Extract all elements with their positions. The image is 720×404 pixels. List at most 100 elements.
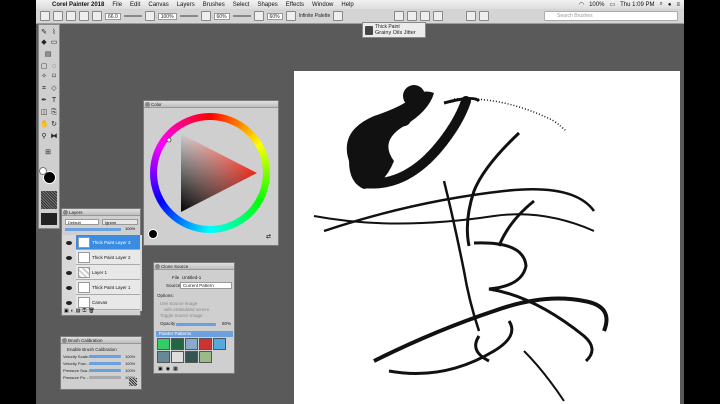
zoom-tool-icon[interactable]: ⚲: [40, 133, 48, 141]
capture-pattern-icon[interactable]: ◉: [166, 366, 173, 372]
layer-opacity-slider[interactable]: [65, 228, 121, 231]
eraser-tool-icon[interactable]: ▭: [50, 39, 58, 47]
paper-texture-swatch[interactable]: [41, 191, 57, 209]
menu-brushes[interactable]: Brushes: [199, 2, 229, 8]
reset-tool-icon[interactable]: [79, 11, 89, 21]
current-color-swatch[interactable]: [148, 229, 158, 239]
layer-adjuster-icon[interactable]: ▤: [44, 51, 52, 59]
close-icon[interactable]: [145, 102, 150, 107]
delete-layer-icon[interactable]: 🗑: [88, 308, 96, 314]
opacity-field[interactable]: 100%: [157, 12, 177, 20]
hand-tool-icon[interactable]: ✋: [40, 121, 49, 129]
pattern-swatch[interactable]: [185, 338, 198, 350]
size-slider[interactable]: [123, 15, 142, 17]
menu-edit[interactable]: Edit: [126, 2, 144, 8]
pattern-swatch[interactable]: [199, 351, 212, 363]
rect-select-icon[interactable]: ▢: [40, 63, 48, 71]
close-icon[interactable]: [155, 264, 160, 269]
toggle-source-checkbox[interactable]: Toggle Source Image: [160, 313, 203, 318]
visibility-icon[interactable]: [66, 241, 72, 245]
arrange-icon[interactable]: [479, 11, 490, 21]
blend-icon[interactable]: [253, 11, 264, 21]
dab-preview-icon[interactable]: [420, 11, 431, 21]
new-layer-icon[interactable]: ▣: [64, 308, 71, 314]
infinite-palette-label[interactable]: Infinite Palette: [299, 13, 331, 19]
visibility-icon[interactable]: [66, 256, 72, 260]
search-icon[interactable]: ⌕: [659, 1, 662, 8]
composite-method-select[interactable]: Default: [65, 219, 99, 225]
blend-field[interactable]: 60%: [266, 12, 283, 20]
menu-file[interactable]: File: [108, 2, 126, 8]
swap-colors-icon[interactable]: ⇄: [266, 233, 274, 241]
visibility-icon[interactable]: [66, 301, 72, 305]
pattern-swatch[interactable]: [185, 351, 198, 363]
brush-tool-icon[interactable]: [40, 11, 50, 21]
pressure-power-slider[interactable]: [89, 376, 121, 379]
close-icon[interactable]: [63, 210, 68, 215]
brush-selector[interactable]: Thick Paint Grainy Oils Jitter: [362, 22, 426, 38]
visibility-icon[interactable]: [66, 286, 72, 290]
saturation-value-triangle[interactable]: [157, 120, 263, 226]
user-icon[interactable]: ●: [668, 2, 672, 8]
palette-icon[interactable]: [285, 11, 296, 21]
dropper-tool-icon[interactable]: ⌇: [50, 29, 58, 37]
add-pattern-icon[interactable]: ▣: [158, 366, 166, 372]
pattern-swatch[interactable]: [171, 338, 184, 350]
layer-row[interactable]: Thick Paint Layer 2: [76, 250, 140, 265]
menu-window[interactable]: Window: [308, 2, 337, 8]
layer-row[interactable]: Thick Paint Layer 3: [76, 235, 140, 250]
menu-effects[interactable]: Effects: [282, 2, 308, 8]
search-brushes-input[interactable]: Search Brushes: [544, 11, 678, 21]
menu-select[interactable]: Select: [229, 2, 254, 8]
pattern-swatch[interactable]: [171, 351, 184, 363]
stroke-preview-icon[interactable]: [333, 11, 344, 21]
rotate-page-icon[interactable]: ↻: [50, 121, 58, 129]
divine-proportion-icon[interactable]: ◫: [40, 109, 48, 117]
perspective-icon[interactable]: ⊞: [44, 149, 52, 157]
stroke-attributes-icon[interactable]: [66, 11, 76, 21]
layer-row[interactable]: Thick Paint Layer 1: [76, 280, 140, 295]
paint-bucket-icon[interactable]: ◆: [40, 39, 48, 47]
clock[interactable]: Thu 1:09 PM: [620, 2, 654, 8]
opacity-icon[interactable]: [144, 11, 155, 21]
layer-row[interactable]: Layer 1: [76, 265, 140, 280]
notification-icon[interactable]: ≡: [676, 2, 680, 8]
menu-app-name[interactable]: Corel Painter 2018: [48, 2, 108, 8]
menu-shapes[interactable]: Shapes: [253, 2, 281, 8]
brush-variant-icon[interactable]: [53, 11, 63, 21]
pattern-swatch[interactable]: [41, 213, 57, 225]
shape-tool-icon[interactable]: ◇: [50, 85, 58, 93]
calibration-pad-icon[interactable]: [129, 378, 137, 386]
size-field[interactable]: 66.0: [105, 12, 121, 20]
text-tool-icon[interactable]: T: [50, 97, 58, 105]
transform-icon[interactable]: ⌑: [50, 73, 58, 81]
enable-calibration-checkbox[interactable]: Enable Brush Calibration: [67, 347, 117, 352]
pattern-swatch[interactable]: [213, 338, 226, 350]
battery-icon[interactable]: ▭: [609, 1, 615, 8]
brush-selector-icon[interactable]: [407, 11, 418, 21]
velocity-power-slider[interactable]: [89, 362, 121, 365]
close-icon[interactable]: [62, 338, 67, 343]
mirror-tool-icon[interactable]: ⧓: [50, 133, 58, 141]
clone-tool-icon[interactable]: ⎘: [50, 109, 58, 117]
source-select[interactable]: Current Pattern: [180, 282, 232, 289]
velocity-scale-slider[interactable]: [89, 355, 121, 358]
grain-icon[interactable]: [200, 11, 211, 21]
grain-field[interactable]: 60%: [213, 12, 230, 20]
delete-pattern-icon[interactable]: ▦: [173, 366, 181, 372]
additional-color-swatch[interactable]: [39, 167, 47, 175]
layer-group-icon[interactable]: ▤: [76, 308, 83, 314]
grain-preview-icon[interactable]: [433, 11, 444, 21]
document-canvas[interactable]: [294, 71, 680, 404]
menu-help[interactable]: Help: [337, 2, 357, 8]
clone-opacity-slider[interactable]: [176, 323, 216, 326]
pattern-swatch[interactable]: [199, 338, 212, 350]
size-icon[interactable]: [92, 11, 102, 21]
magic-wand-icon[interactable]: ✧: [40, 73, 48, 81]
lasso-icon[interactable]: ◌: [50, 63, 58, 71]
pattern-swatch[interactable]: [157, 338, 170, 350]
pen-tool-icon[interactable]: ✒: [40, 97, 48, 105]
visibility-icon[interactable]: [66, 271, 72, 275]
brush-library-icon[interactable]: [394, 11, 405, 21]
menu-layers[interactable]: Layers: [173, 2, 199, 8]
